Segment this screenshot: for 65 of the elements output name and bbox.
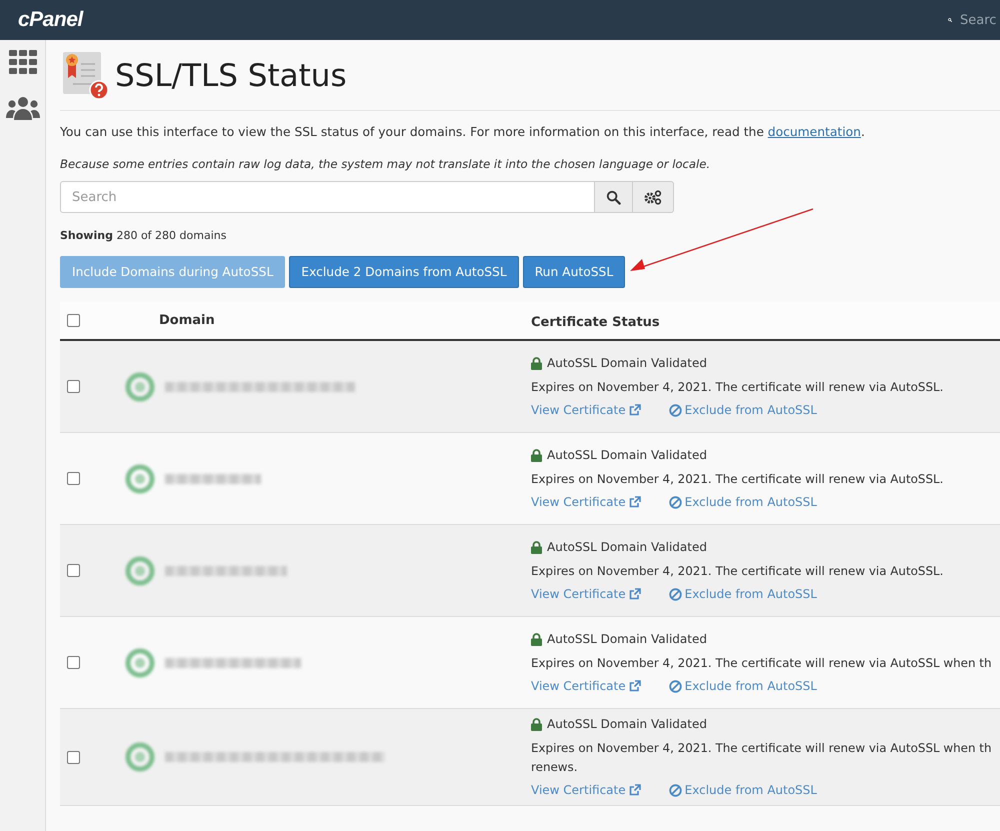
blurred-site-icon: [125, 556, 155, 586]
exclude-link[interactable]: Exclude from AutoSSL: [668, 587, 817, 601]
exclude-link[interactable]: Exclude from AutoSSL: [668, 679, 817, 693]
view-certificate-link[interactable]: View Certificate: [531, 783, 641, 797]
action-button[interactable]: Run AutoSSL: [522, 256, 626, 288]
column-header[interactable]: Domain: [159, 313, 215, 328]
search-field[interactable]: Searc: [960, 12, 1000, 28]
column-header[interactable]: Certificate Status: [531, 315, 660, 330]
search-icon: [606, 190, 621, 204]
blurred-site-icon: [125, 372, 155, 402]
select-all-checkbox[interactable]: [67, 314, 80, 327]
lock-icon: [531, 718, 542, 730]
prohibited-icon: [668, 680, 682, 692]
prohibited-icon: [668, 404, 682, 416]
prohibited-icon: [668, 784, 682, 796]
status-text: AutoSSL Domain Validated: [547, 448, 707, 462]
exclude-link[interactable]: Exclude from AutoSSL: [668, 495, 817, 509]
view-certificate-link[interactable]: View Certificate: [531, 679, 641, 693]
external-link-icon: [628, 680, 641, 692]
row-checkbox[interactable]: [67, 750, 80, 764]
lock-icon: [531, 632, 542, 646]
status-text: AutoSSL Domain Validated: [547, 632, 707, 646]
view-certificate-link[interactable]: View Certificate: [531, 587, 641, 601]
blurred-site-icon: [125, 648, 155, 678]
external-link-icon: [628, 588, 641, 600]
note-text: Because some entries contain raw log data, the system may not translate it into the chosen language or locale.: [60, 157, 712, 171]
search-field[interactable]: Search: [60, 181, 595, 213]
row-checkbox[interactable]: [67, 380, 80, 393]
exclude-link[interactable]: Exclude from AutoSSL: [668, 783, 817, 797]
settings-button[interactable]: [633, 181, 674, 213]
action-button[interactable]: Exclude 2 Domains from AutoSSL: [289, 256, 519, 288]
view-certificate-link[interactable]: View Certificate: [531, 495, 641, 509]
blurred-site-icon: [125, 742, 155, 772]
external-link-icon: [628, 496, 641, 508]
lock-icon: [531, 448, 542, 462]
documentation-link[interactable]: documentation: [768, 125, 861, 139]
exclude-link[interactable]: Exclude from AutoSSL: [668, 403, 817, 417]
expiry-text: Expires on November 4, 2021. The certificate will renew via AutoSSL when th: [531, 655, 992, 672]
status-text: AutoSSL Domain Validated: [547, 717, 707, 731]
gears-icon: [644, 190, 662, 204]
row-checkbox[interactable]: [67, 564, 80, 577]
view-certificate-link[interactable]: View Certificate: [531, 403, 641, 417]
expiry-text: Expires on November 4, 2021. The certificate will renew via AutoSSL when th renews.: [531, 740, 992, 776]
prohibited-icon: [668, 588, 682, 600]
prohibited-icon: [668, 496, 682, 508]
external-link-icon: [628, 784, 641, 796]
status-text: AutoSSL Domain Validated: [547, 356, 707, 370]
lock-icon: [531, 356, 542, 370]
search-button[interactable]: [595, 181, 633, 213]
lock-icon: [531, 540, 542, 554]
expiry-text: Expires on November 4, 2021. The certificate will renew via AutoSSL.: [531, 563, 944, 580]
users-icon[interactable]: [6, 96, 40, 120]
expiry-text: Expires on November 4, 2021. The certificate will renew via AutoSSL.: [531, 471, 944, 488]
grid-icon[interactable]: [8, 50, 36, 74]
intro-text: You can use this interface to view the SSL status of your domains. For more information on this interface, read the documentation.: [60, 125, 866, 139]
row-checkbox[interactable]: [67, 472, 80, 485]
page-title: SSL/TLS Status: [115, 58, 347, 94]
external-link-icon: [628, 404, 641, 416]
expiry-text: Expires on November 4, 2021. The certificate will renew via AutoSSL.: [531, 379, 944, 396]
certificate-icon: [63, 52, 109, 100]
showing-count: Showing 280 of 280 domains: [60, 229, 228, 242]
blurred-site-icon: [125, 464, 155, 494]
logo[interactable]: cPanel: [18, 8, 83, 32]
status-text: AutoSSL Domain Validated: [547, 540, 707, 554]
row-checkbox[interactable]: [67, 656, 80, 669]
